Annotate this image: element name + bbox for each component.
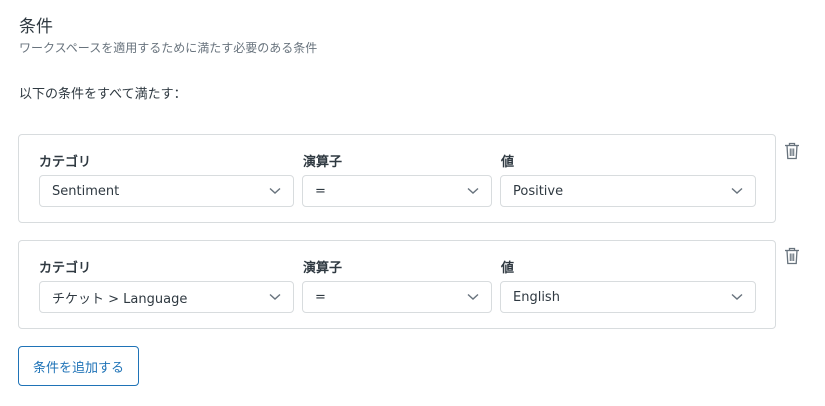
chevron-down-icon: [269, 187, 281, 194]
chevron-down-icon: [731, 187, 743, 194]
category-select-value: Sentiment: [52, 183, 120, 199]
operator-select-value: =: [315, 183, 326, 199]
section-subtitle: ワークスペースを適用するために満たす必要のある条件: [19, 41, 318, 55]
value-select-value: Positive: [513, 183, 564, 199]
chevron-down-icon: [467, 187, 479, 194]
value-select[interactable]: Positive: [500, 175, 756, 207]
category-label: カテゴリ: [39, 155, 92, 170]
value-label: 値: [501, 155, 515, 170]
category-select[interactable]: チケット > Language: [39, 281, 294, 313]
condition-card: カテゴリ 演算子 値 Sentiment = Positive: [18, 134, 776, 223]
category-select[interactable]: Sentiment: [39, 175, 294, 207]
operator-label: 演算子: [303, 261, 343, 276]
value-select-value: English: [513, 289, 560, 305]
chevron-down-icon: [269, 293, 281, 300]
operator-label: 演算子: [303, 155, 343, 170]
value-select[interactable]: English: [500, 281, 756, 313]
operator-select[interactable]: =: [302, 281, 492, 313]
chevron-down-icon: [467, 293, 479, 300]
operator-select-value: =: [315, 289, 326, 305]
trash-icon[interactable]: [784, 142, 800, 160]
condition-card: カテゴリ 演算子 値 チケット > Language = English: [18, 240, 776, 329]
rule-label: 以下の条件をすべて満たす：: [19, 87, 187, 102]
add-condition-button[interactable]: 条件を追加する: [18, 346, 139, 386]
operator-select[interactable]: =: [302, 175, 492, 207]
section-title: 条件: [19, 17, 53, 37]
value-label: 値: [501, 261, 515, 276]
category-select-value: チケット > Language: [52, 291, 188, 307]
chevron-down-icon: [731, 293, 743, 300]
category-label: カテゴリ: [39, 261, 92, 276]
trash-icon[interactable]: [784, 247, 800, 265]
